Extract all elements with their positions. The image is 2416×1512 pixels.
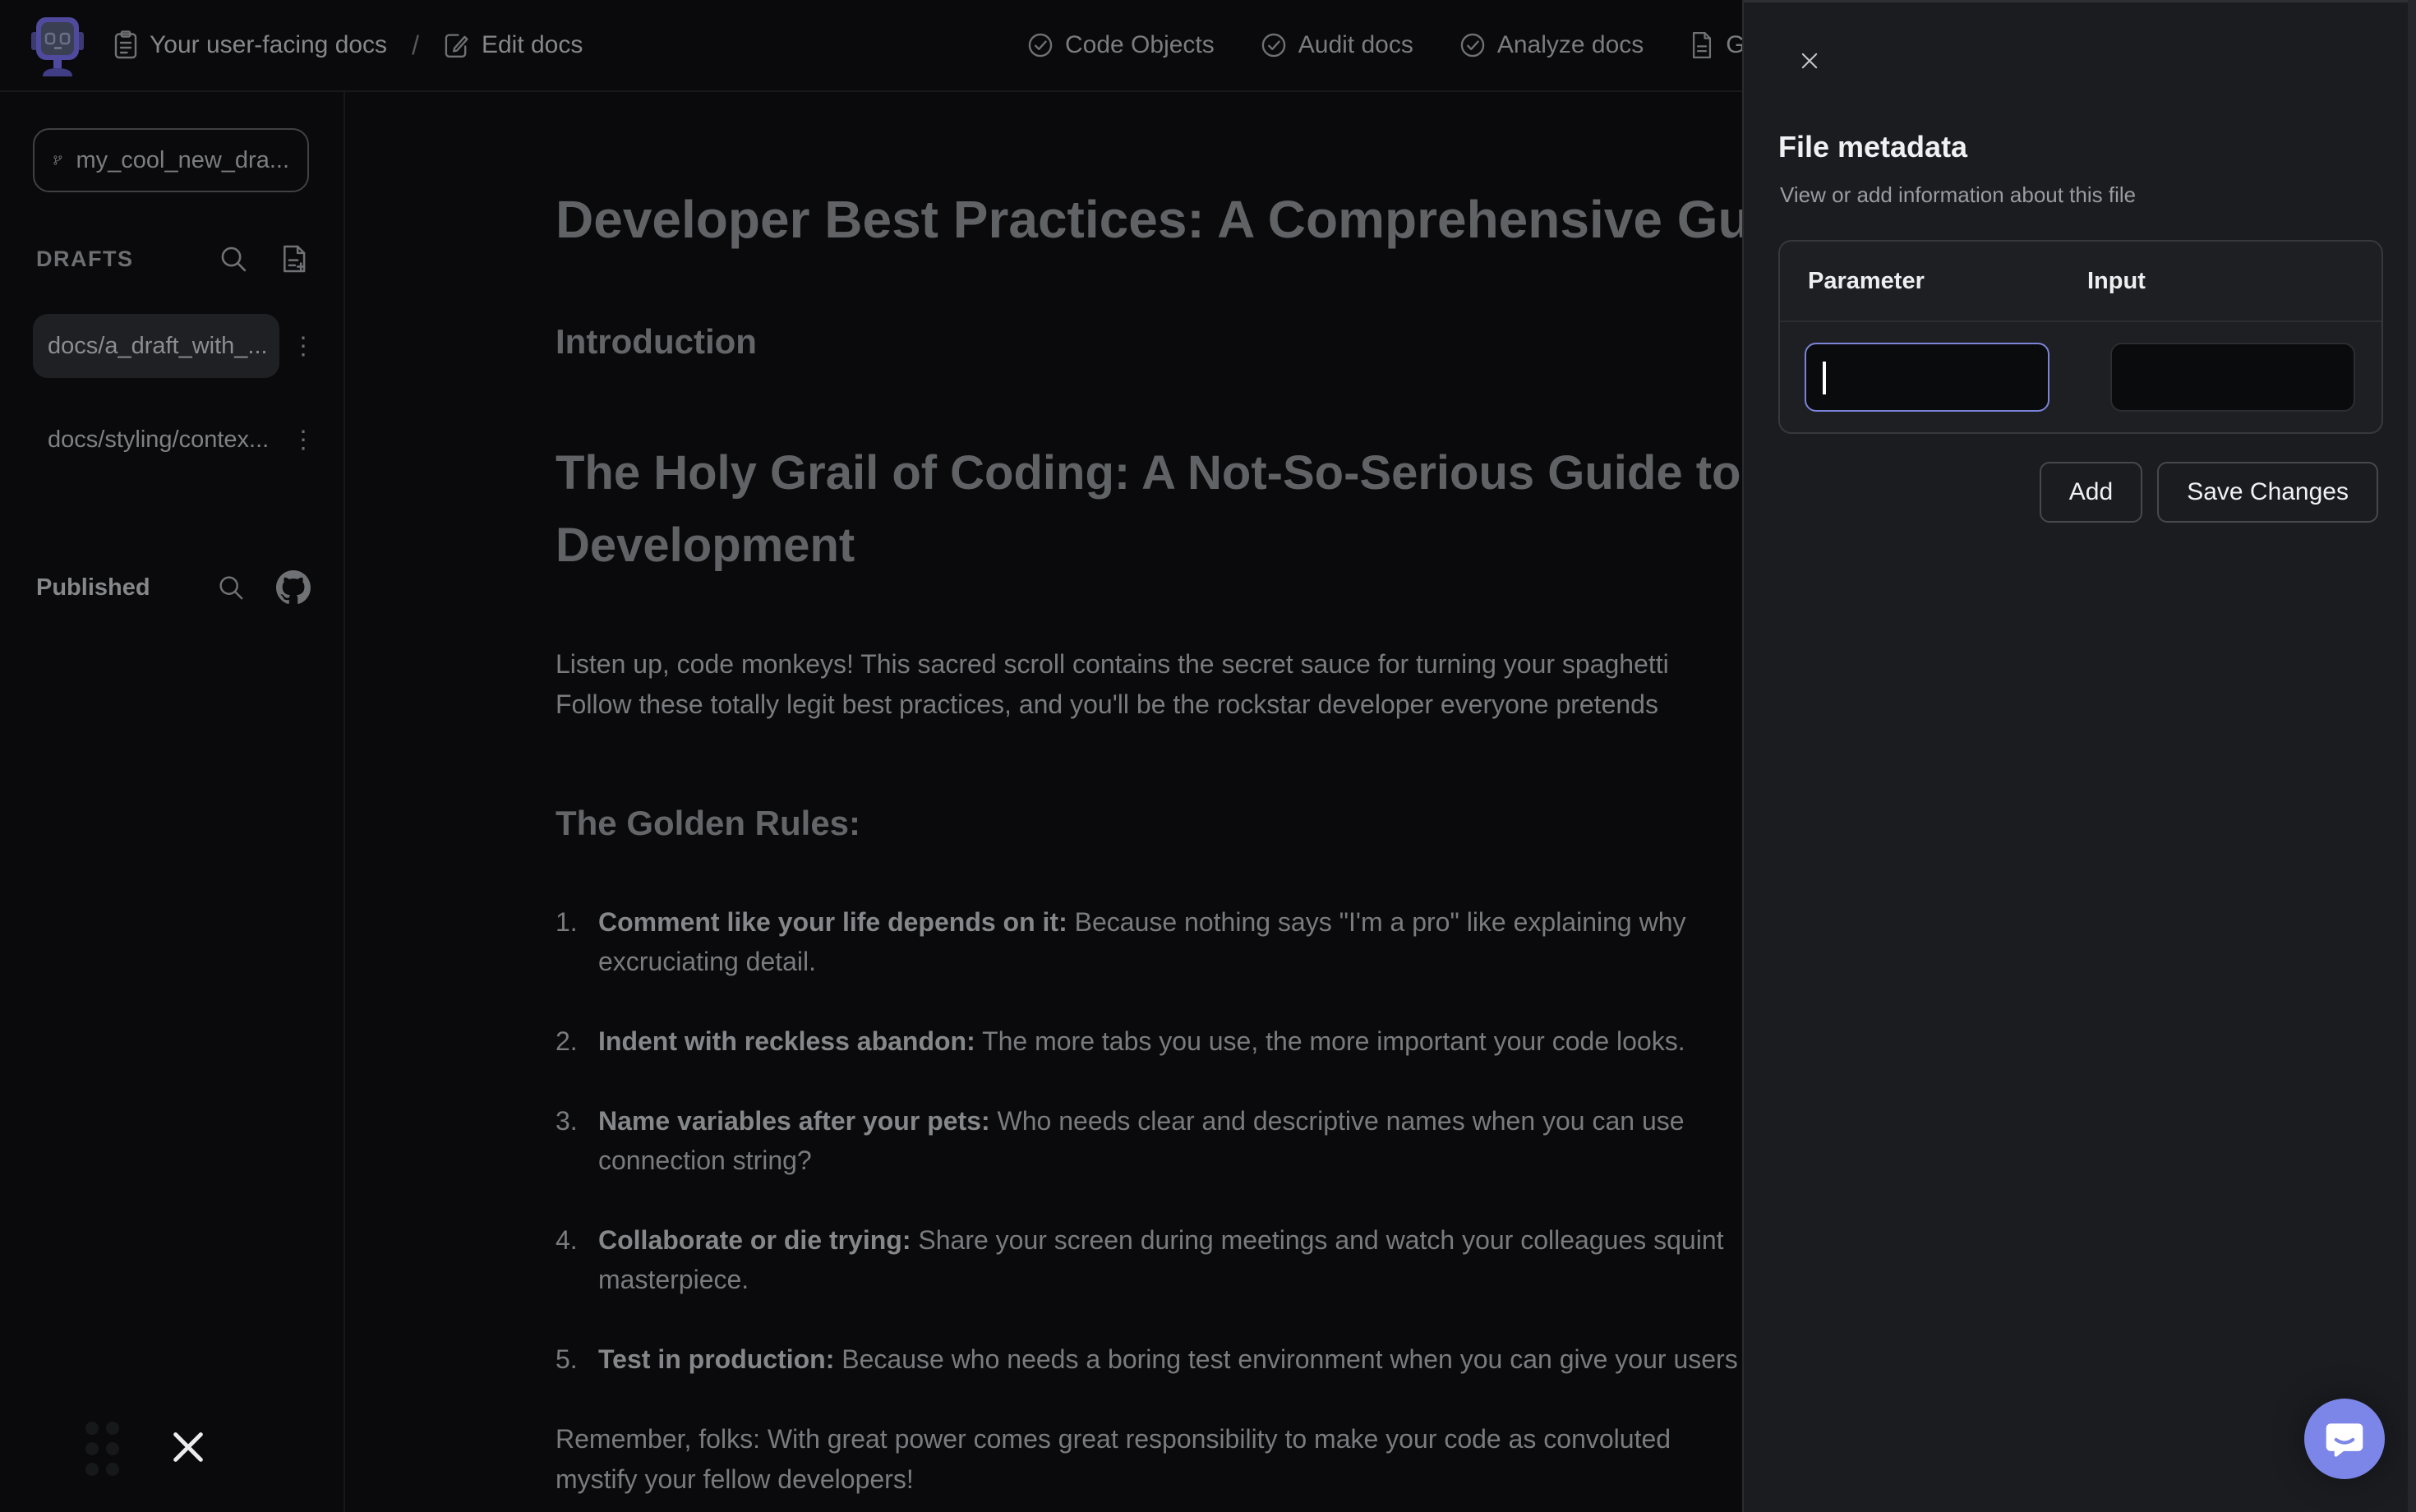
metadata-table-row xyxy=(1780,322,2381,432)
nav-analyze-docs[interactable]: Analyze docs xyxy=(1459,31,1644,59)
chat-launcher-button[interactable] xyxy=(2304,1399,2385,1479)
drafts-list: docs/a_draft_with_... ⋮ docs/styling/con… xyxy=(0,314,343,472)
column-header-input: Input xyxy=(2087,268,2146,295)
nav-label: Analyze docs xyxy=(1497,31,1644,59)
search-icon[interactable] xyxy=(217,574,245,602)
nav-label: Code Objects xyxy=(1065,31,1215,59)
sidebar: my_cool_new_dra... DRAFTS docs/a_draft_w… xyxy=(0,92,345,1512)
breadcrumb-edit-docs[interactable]: Edit docs xyxy=(444,31,583,59)
breadcrumb-current-label: Edit docs xyxy=(482,31,583,59)
save-changes-button[interactable]: Save Changes xyxy=(2157,462,2378,523)
breadcrumb-doc-set[interactable]: Your user-facing docs xyxy=(113,30,387,60)
drafts-title: DRAFTS xyxy=(36,247,219,272)
robot-logo-icon xyxy=(31,14,84,76)
nav-label: Audit docs xyxy=(1298,31,1413,59)
git-branch-icon xyxy=(53,146,62,174)
search-icon[interactable] xyxy=(219,244,248,274)
metadata-table: Parameter Input xyxy=(1778,240,2383,434)
text-cursor xyxy=(1823,362,1826,394)
new-file-icon[interactable] xyxy=(279,243,311,274)
kebab-menu-icon[interactable]: ⋮ xyxy=(286,332,320,361)
panel-close-icon[interactable] xyxy=(1791,43,1828,79)
add-button[interactable]: Add xyxy=(2040,462,2142,523)
nav-audit-docs[interactable]: Audit docs xyxy=(1261,31,1413,59)
published-header: Published xyxy=(36,570,311,605)
check-circle-icon xyxy=(1261,32,1287,58)
file-metadata-panel: File metadata View or add information ab… xyxy=(1742,0,2416,1512)
kebab-menu-icon[interactable]: ⋮ xyxy=(286,426,320,454)
drafts-header: DRAFTS xyxy=(36,243,311,274)
clipboard-icon xyxy=(113,30,138,60)
intercom-chat-bubble-icon xyxy=(2323,1418,2366,1460)
close-icon[interactable] xyxy=(169,1428,207,1466)
breadcrumb: Your user-facing docs / Edit docs xyxy=(113,30,583,61)
published-title: Published xyxy=(36,574,217,602)
check-circle-icon xyxy=(1027,32,1054,58)
breadcrumb-separator: / xyxy=(412,30,419,61)
draft-item[interactable]: docs/a_draft_with_... ⋮ xyxy=(33,314,320,378)
column-header-parameter: Parameter xyxy=(1808,268,2087,295)
parameter-input[interactable] xyxy=(1805,343,2049,412)
draft-item-label[interactable]: docs/a_draft_with_... xyxy=(33,314,279,378)
input-value-input[interactable] xyxy=(2110,343,2355,412)
draft-item-label[interactable]: docs/styling/contex... xyxy=(33,408,279,472)
check-circle-icon xyxy=(1459,32,1486,58)
metadata-table-header: Parameter Input xyxy=(1780,242,2381,322)
edit-doc-icon xyxy=(444,31,470,59)
panel-actions: Add Save Changes xyxy=(2040,462,2378,523)
github-icon[interactable] xyxy=(276,570,311,605)
branch-name-label: my_cool_new_dra... xyxy=(76,147,289,174)
draft-item[interactable]: docs/styling/contex... ⋮ xyxy=(33,408,320,472)
breadcrumb-doc-set-label: Your user-facing docs xyxy=(150,31,387,59)
panel-title: File metadata xyxy=(1778,130,1967,164)
nav-code-objects[interactable]: Code Objects xyxy=(1027,31,1215,59)
panel-subtitle: View or add information about this file xyxy=(1780,182,2136,208)
document-icon xyxy=(1690,31,1714,59)
drag-handle-icon[interactable] xyxy=(85,1422,119,1476)
branch-selector-button[interactable]: my_cool_new_dra... xyxy=(33,128,309,192)
